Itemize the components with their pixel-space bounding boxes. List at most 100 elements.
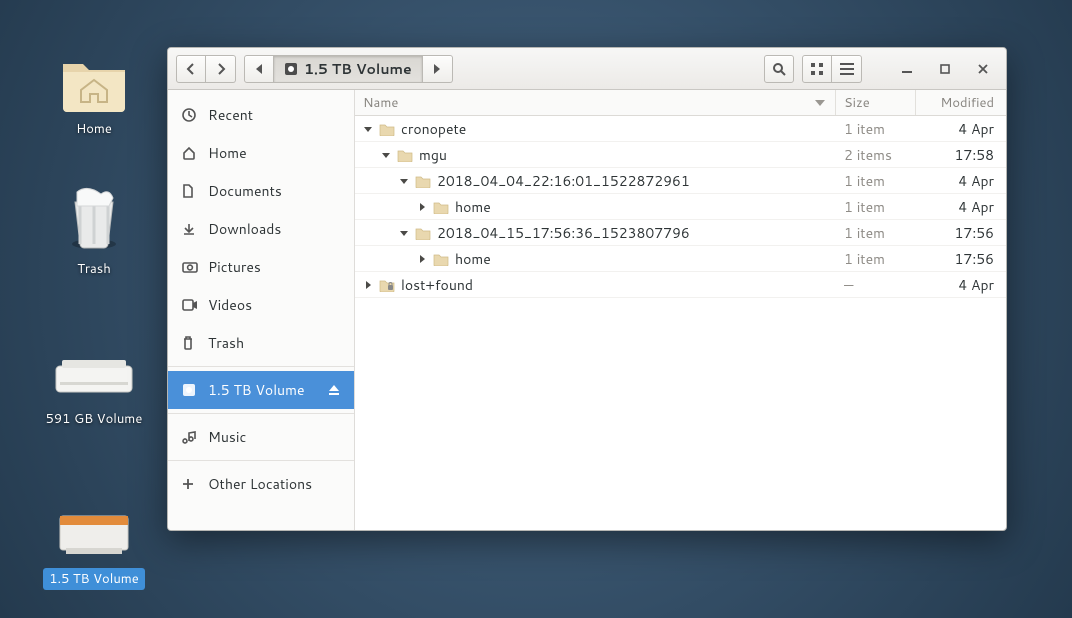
file-modified: 4 Apr xyxy=(916,197,1006,217)
file-size: 1 item xyxy=(836,223,916,243)
menu-button[interactable] xyxy=(832,55,862,83)
path-current[interactable]: 1.5 TB Volume xyxy=(274,55,423,83)
tree-row[interactable]: 2018_04_15_17:56:36_15238077961 item17:5… xyxy=(355,220,1006,246)
file-name: home xyxy=(455,197,491,217)
tree-row[interactable]: 2018_04_04_22:16:01_15228729611 item4 Ap… xyxy=(355,168,1006,194)
file-size: 1 item xyxy=(836,197,916,217)
down-icon xyxy=(182,222,198,236)
expander[interactable] xyxy=(399,223,409,243)
view-grid-button[interactable] xyxy=(802,55,832,83)
ssd-icon xyxy=(52,490,136,562)
sidebar-item-videos[interactable]: Videos xyxy=(168,286,354,324)
desktop-icon-label: 591 GB Volume xyxy=(40,408,149,430)
sidebar-item-pictures[interactable]: Pictures xyxy=(168,248,354,286)
path-left-button[interactable] xyxy=(244,55,274,83)
col-header-modified[interactable]: Modified xyxy=(916,90,1006,115)
file-size: — xyxy=(836,275,916,295)
file-modified: 4 Apr xyxy=(916,171,1006,191)
sidebar-item-documents[interactable]: Documents xyxy=(168,172,354,210)
main-pane: Name Size Modified cronopete1 item4 Aprm… xyxy=(355,90,1006,530)
col-header-name[interactable]: Name xyxy=(355,90,836,115)
path-right-button[interactable] xyxy=(423,55,453,83)
sort-indicator-icon xyxy=(815,100,825,106)
file-name: mgu xyxy=(419,145,447,165)
desktop-icon-home[interactable]: Home xyxy=(24,40,164,140)
sidebar-item-label: Other Locations xyxy=(208,474,312,494)
close-icon xyxy=(978,64,988,74)
file-size: 1 item xyxy=(836,249,916,269)
folder-lock-icon xyxy=(379,278,395,292)
tree-row[interactable]: cronopete1 item4 Apr xyxy=(355,116,1006,142)
sidebar-item-downloads[interactable]: Downloads xyxy=(168,210,354,248)
file-name: 2018_04_04_22:16:01_1522872961 xyxy=(437,171,690,191)
sidebar-item-label: Pictures xyxy=(208,257,261,277)
search-button[interactable] xyxy=(764,55,794,83)
col-header-size[interactable]: Size xyxy=(836,90,916,115)
maximize-button[interactable] xyxy=(930,57,960,81)
sidebar-item-label: Downloads xyxy=(208,219,281,239)
maximize-icon xyxy=(940,64,950,74)
tree-row[interactable]: lost+found—4 Apr xyxy=(355,272,1006,298)
file-manager-window: 1.5 TB Volume xyxy=(167,47,1007,531)
expander[interactable] xyxy=(381,145,391,165)
expander[interactable] xyxy=(399,171,409,191)
column-headers: Name Size Modified xyxy=(355,90,1006,116)
expander[interactable] xyxy=(417,197,427,217)
desktop-icon-trash[interactable]: Trash xyxy=(24,180,164,280)
chevron-right-icon xyxy=(215,63,227,75)
tree-row[interactable]: mgu 2 items17:58 xyxy=(355,142,1006,168)
chevron-left-icon xyxy=(185,63,197,75)
folder-home-icon xyxy=(59,40,129,112)
sidebar-item-label: Home xyxy=(208,143,247,163)
folder-icon xyxy=(397,148,413,162)
music-icon xyxy=(182,430,198,444)
tree-row[interactable]: home 1 item4 Apr xyxy=(355,194,1006,220)
sidebar-item-label: Documents xyxy=(208,181,282,201)
file-modified: 17:56 xyxy=(916,249,1006,269)
desktop-icon-label: 1.5 TB Volume xyxy=(43,568,145,590)
sidebar-item-1-5-tb-volume[interactable]: 1.5 TB Volume xyxy=(168,371,354,409)
disk-icon xyxy=(182,383,198,397)
sidebar-item-label: Videos xyxy=(208,295,252,315)
plus-icon xyxy=(182,478,198,490)
back-button[interactable] xyxy=(176,55,206,83)
desktop-icon-volume-1-5tb[interactable]: 1.5 TB Volume xyxy=(24,490,164,590)
sidebar-item-home[interactable]: Home xyxy=(168,134,354,172)
file-modified: 4 Apr xyxy=(916,275,1006,295)
file-modified: 4 Apr xyxy=(916,119,1006,139)
minimize-button[interactable] xyxy=(892,57,922,81)
folder-icon xyxy=(415,174,431,188)
expander[interactable] xyxy=(363,119,373,139)
clock-icon xyxy=(182,108,198,122)
close-button[interactable] xyxy=(968,57,998,81)
triangle-left-icon xyxy=(255,64,263,74)
sidebar-item-music[interactable]: Music xyxy=(168,418,354,456)
triangle-right-icon xyxy=(433,64,441,74)
sidebar-item-label: Music xyxy=(208,427,246,447)
eject-button[interactable] xyxy=(328,384,340,396)
desktop-icon-label: Trash xyxy=(71,258,117,280)
sidebar-item-recent[interactable]: Recent xyxy=(168,96,354,134)
file-modified: 17:58 xyxy=(916,145,1006,165)
file-name: cronopete xyxy=(401,119,466,139)
forward-button[interactable] xyxy=(206,55,236,83)
expander[interactable] xyxy=(363,275,373,295)
sidebar-item-other-locations[interactable]: Other Locations xyxy=(168,465,354,503)
drive-icon xyxy=(52,330,136,402)
sidebar-item-trash[interactable]: Trash xyxy=(168,324,354,362)
file-modified: 17:56 xyxy=(916,223,1006,243)
tree-row[interactable]: home 1 item17:56 xyxy=(355,246,1006,272)
minimize-icon xyxy=(902,64,912,74)
hamburger-icon xyxy=(840,63,854,75)
sidebar-item-label: Trash xyxy=(208,333,244,353)
doc-icon xyxy=(182,184,198,198)
headerbar: 1.5 TB Volume xyxy=(168,48,1006,90)
desktop-icon-volume-591gb[interactable]: 591 GB Volume xyxy=(24,330,164,430)
folder-icon xyxy=(379,122,395,136)
folder-icon xyxy=(433,252,449,266)
camera-icon xyxy=(182,261,198,273)
path-label: 1.5 TB Volume xyxy=(304,59,412,79)
file-name: home xyxy=(455,249,491,269)
file-size: 2 items xyxy=(836,145,916,165)
expander[interactable] xyxy=(417,249,427,269)
